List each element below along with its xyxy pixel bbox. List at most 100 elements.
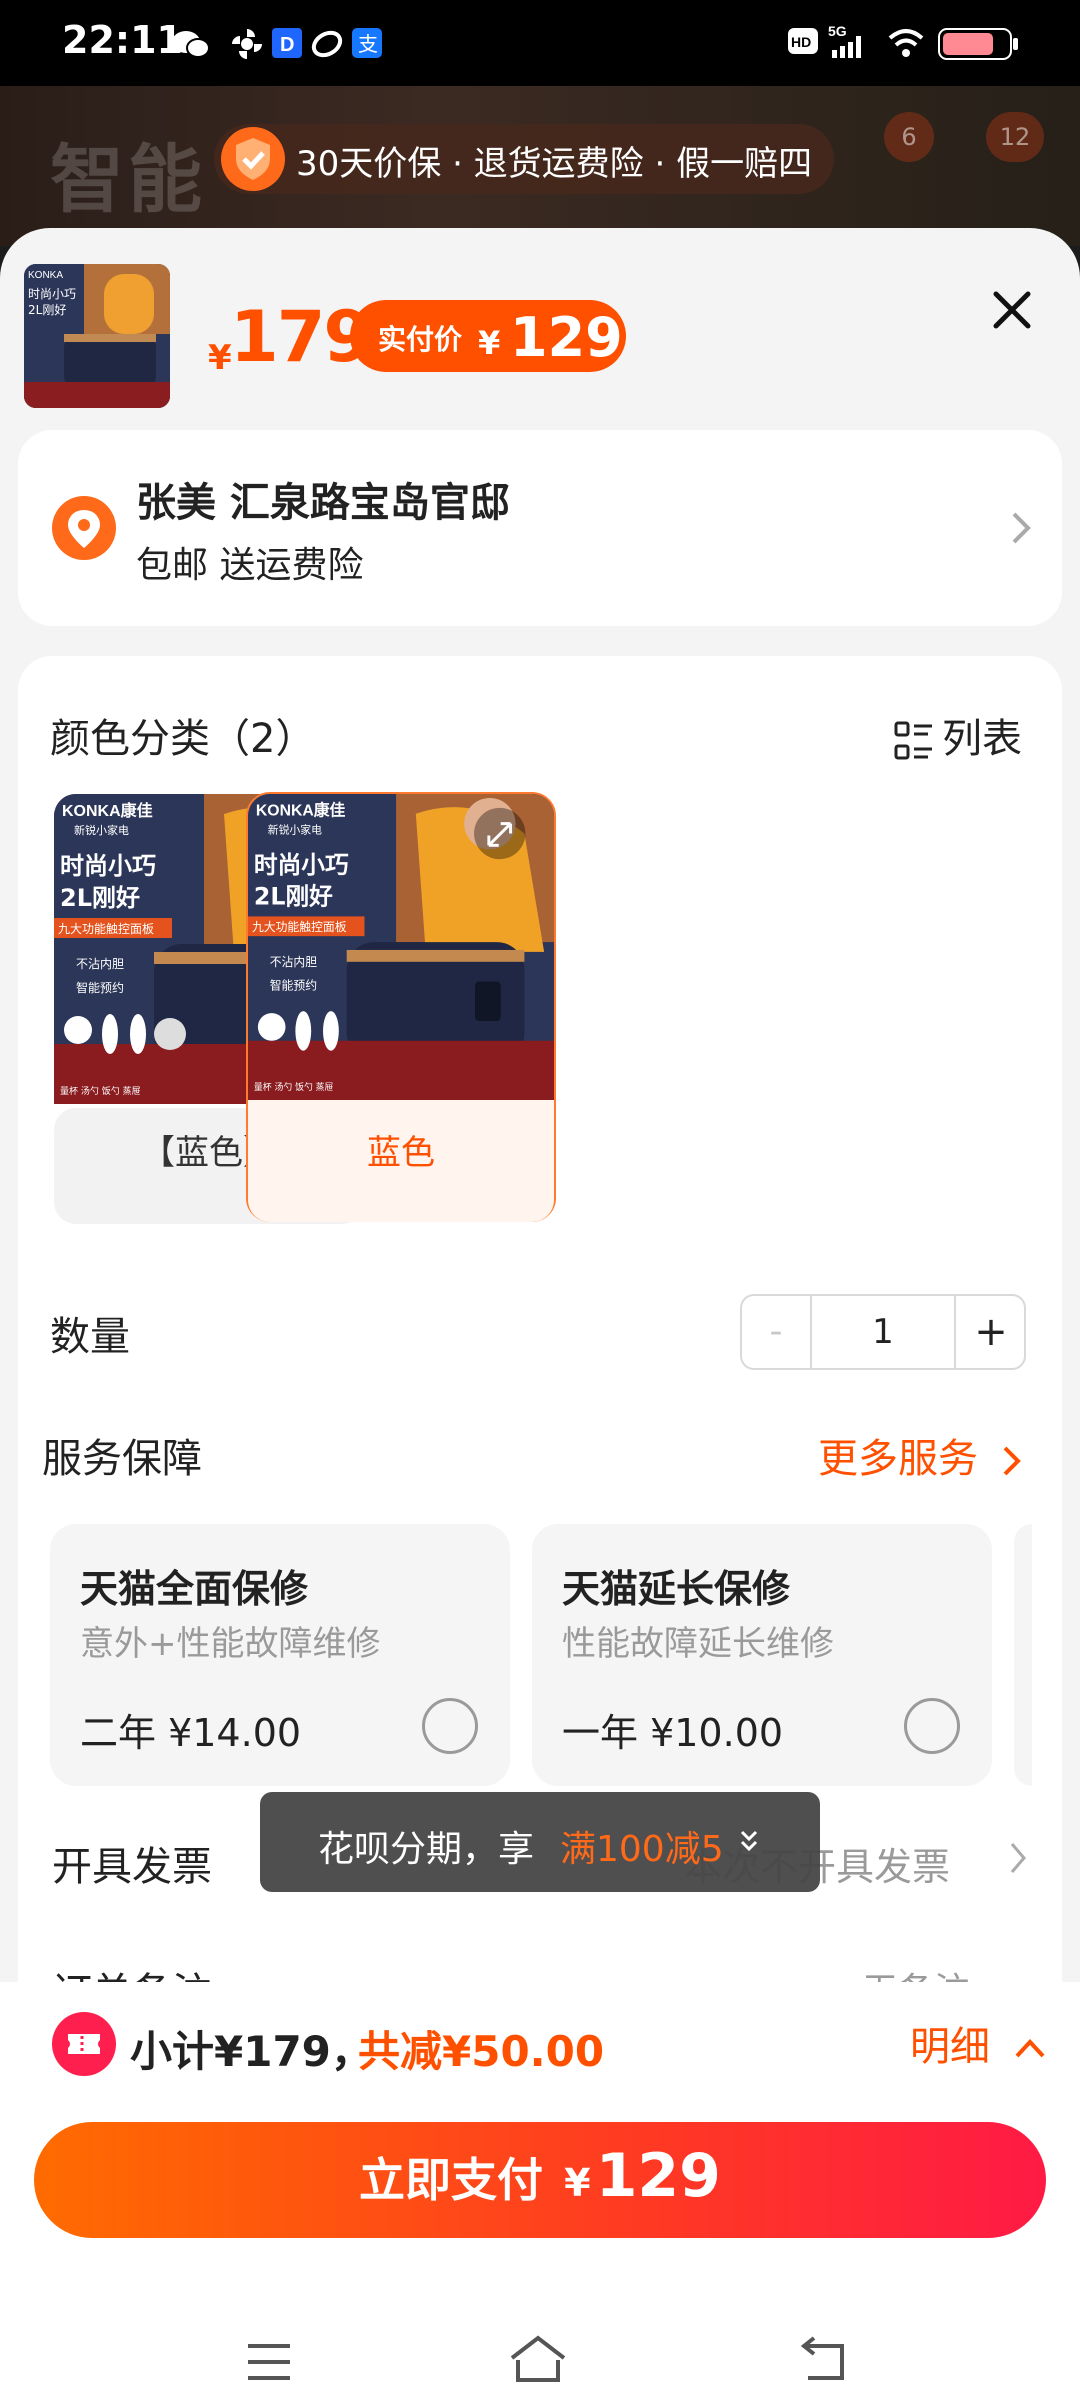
service-option-title: 天猫延长保修 xyxy=(562,1567,791,1611)
detail-label: 明细 xyxy=(910,2024,990,2070)
svg-text:九大功能触控面板: 九大功能触控面板 xyxy=(252,920,347,934)
pay-now-label: 立即支付 xyxy=(359,2153,544,2207)
svg-text:智能预约: 智能预约 xyxy=(76,980,124,995)
list-view-toggle[interactable]: 列表 xyxy=(894,706,1022,764)
svg-text:量杯 汤勺 饭勺 蒸屉: 量杯 汤勺 饭勺 蒸屉 xyxy=(60,1085,141,1097)
svg-text:HD: HD xyxy=(791,34,811,50)
service-option-full-warranty[interactable]: 天猫全面保修 意外+性能故障维修 二年 ¥14.00 xyxy=(50,1524,510,1786)
status-time: 22:11 xyxy=(62,18,183,62)
d-app-icon: D xyxy=(272,28,302,58)
close-icon[interactable] xyxy=(986,284,1038,336)
battery-icon xyxy=(938,28,1018,60)
toast-text: 花呗分期，享 xyxy=(318,1829,535,1870)
chevron-right-icon xyxy=(1003,1446,1021,1476)
list-icon xyxy=(894,721,932,760)
quantity-increase-button[interactable]: + xyxy=(954,1296,1026,1368)
more-services-label: 更多服务 xyxy=(818,1436,978,1482)
subtotal-text: 小计¥179， xyxy=(130,2027,373,2076)
quantity-input[interactable]: 1 xyxy=(812,1296,954,1368)
signal-5g-icon: 5G xyxy=(828,23,861,58)
svg-text:KONKA: KONKA xyxy=(28,270,63,281)
color-option-label: 蓝色 xyxy=(248,1108,554,1222)
product-image: KONKA 时尚小巧 2L刚好 xyxy=(24,264,170,408)
toast-highlight: 满100减5 xyxy=(560,1829,724,1870)
location-pin-icon xyxy=(52,496,116,560)
product-thumbnail[interactable]: KONKA 时尚小巧 2L刚好 xyxy=(24,264,170,408)
price-currency: ¥ xyxy=(208,338,232,378)
coupon-icon xyxy=(52,2012,116,2076)
service-option-desc: 性能故障延长维修 xyxy=(562,1624,834,1664)
background-badge-cart: 6 xyxy=(884,112,934,162)
chevron-up-icon xyxy=(1015,2039,1045,2058)
quantity-stepper: - 1 + xyxy=(740,1294,1026,1370)
invoice-label: 开具发票 xyxy=(52,1844,212,1890)
chevron-right-icon xyxy=(1012,512,1031,544)
service-option-title: 天猫全面保修 xyxy=(80,1567,309,1611)
pay-now-amount: 129 xyxy=(595,2141,721,2211)
more-services-link[interactable]: 更多服务 xyxy=(818,1426,1025,1484)
svg-text:2L刚好: 2L刚好 xyxy=(60,884,140,912)
svg-text:时尚小巧: 时尚小巧 xyxy=(254,851,349,879)
svg-text:智能预约: 智能预约 xyxy=(270,978,317,992)
svg-text:2L刚好: 2L刚好 xyxy=(254,883,333,911)
quantity-decrease-button[interactable]: - xyxy=(742,1296,812,1368)
pay-now-button[interactable]: 立即支付 ¥ 129 xyxy=(34,2122,1046,2238)
installment-toast[interactable]: 花呗分期，享 满100减5 xyxy=(260,1792,820,1892)
svg-text:支: 支 xyxy=(358,32,378,56)
home-icon[interactable] xyxy=(508,2334,568,2384)
svg-text:不沾内胆: 不沾内胆 xyxy=(270,955,317,969)
svg-text:5G: 5G xyxy=(828,23,847,39)
background-badge-more: 12 xyxy=(986,112,1044,162)
svg-text:KONKA康佳: KONKA康佳 xyxy=(256,801,346,820)
address-name: 张美 汇泉路宝岛官邸 xyxy=(136,480,510,526)
svg-text:不沾内胆: 不沾内胆 xyxy=(76,957,124,971)
status-system-icons: HD 5G xyxy=(788,23,1018,60)
address-card[interactable]: 张美 汇泉路宝岛官邸 包邮 送运费险 xyxy=(18,430,1062,626)
detail-toggle[interactable]: 明细 xyxy=(910,2014,1047,2072)
alipay-icon: 支 xyxy=(352,28,382,58)
hd-icon: HD xyxy=(788,28,818,54)
service-option-radio[interactable] xyxy=(904,1698,960,1754)
chevron-double-down-icon xyxy=(740,1830,758,1852)
list-view-label: 列表 xyxy=(942,716,1022,762)
shield-check-icon xyxy=(221,127,285,191)
shipping-info: 包邮 送运费险 xyxy=(136,545,364,586)
service-option-partial xyxy=(1014,1524,1032,1786)
system-nav-bar xyxy=(0,2300,1080,2408)
actual-price-currency: ¥ xyxy=(478,324,501,362)
svg-text:时尚小巧: 时尚小巧 xyxy=(28,287,76,301)
service-option-price: 二年 ¥14.00 xyxy=(80,1711,302,1755)
status-bar: 22:11 D 支 HD 5G xyxy=(0,0,1080,86)
menu-icon[interactable] xyxy=(246,2342,292,2382)
back-icon[interactable] xyxy=(798,2334,848,2384)
actual-price-label: 实付价 xyxy=(378,323,463,356)
chevron-right-icon xyxy=(1010,1843,1026,1873)
svg-text:新锐小家电: 新锐小家电 xyxy=(74,823,129,837)
svg-text:D: D xyxy=(280,34,294,56)
actual-price-value: 129 xyxy=(510,306,623,369)
actual-price-badge: 实付价 ¥ 129 xyxy=(350,300,626,372)
svg-text:KONKA康佳: KONKA康佳 xyxy=(62,801,153,820)
pay-now-currency: ¥ xyxy=(564,2161,591,2205)
promo-text: 30天价保 · 退货运费险 · 假一赔四 xyxy=(296,144,813,184)
color-option-image: KONKA康佳 新锐小家电 时尚小巧 2L刚好 九大功能触控面板 不沾内胆 智能… xyxy=(248,794,554,1100)
discount-text: 共减¥50.00 xyxy=(358,2027,605,2076)
wifi-icon xyxy=(888,29,924,57)
promo-banner: 30天价保 · 退货运费险 · 假一赔四 xyxy=(214,124,834,194)
pinwheel-icon xyxy=(232,29,262,59)
color-section-title: 颜色分类（2） xyxy=(50,716,316,762)
background-title: 智能 xyxy=(50,137,206,223)
svg-text:新锐小家电: 新锐小家电 xyxy=(268,822,322,836)
link-app-icon xyxy=(311,30,343,58)
service-option-price: 一年 ¥10.00 xyxy=(562,1711,784,1755)
service-option-radio[interactable] xyxy=(422,1698,478,1754)
svg-text:2L刚好: 2L刚好 xyxy=(28,303,66,317)
service-title: 服务保障 xyxy=(42,1436,202,1482)
svg-text:量杯 汤勺 饭勺 蒸屉: 量杯 汤勺 饭勺 蒸屉 xyxy=(254,1081,334,1093)
service-option-extended-warranty[interactable]: 天猫延长保修 性能故障延长维修 一年 ¥10.00 xyxy=(532,1524,992,1786)
status-app-icons: D 支 xyxy=(172,28,382,59)
svg-text:九大功能触控面板: 九大功能触控面板 xyxy=(58,922,154,936)
color-option-2-selected[interactable]: KONKA康佳 新锐小家电 时尚小巧 2L刚好 九大功能触控面板 不沾内胆 智能… xyxy=(246,792,556,1222)
service-option-desc: 意外+性能故障维修 xyxy=(80,1624,381,1664)
svg-text:时尚小巧: 时尚小巧 xyxy=(60,852,156,880)
